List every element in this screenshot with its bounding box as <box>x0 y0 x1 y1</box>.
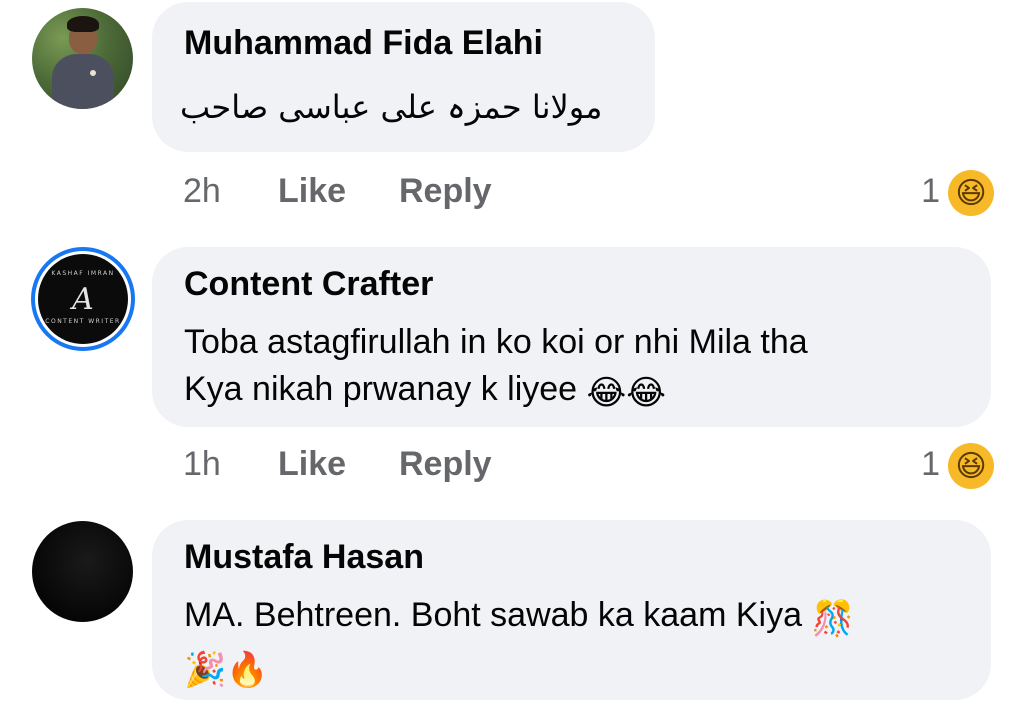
comment-author[interactable]: Content Crafter <box>184 265 433 304</box>
comment-bubble: Muhammad Fida Elahi مولانا حمزہ علی عباس… <box>152 2 655 152</box>
like-button[interactable]: Like <box>278 445 346 484</box>
comment-text-line-content: Kya nikah prwanay k liyee <box>184 370 578 408</box>
reply-button[interactable]: Reply <box>399 445 492 484</box>
comment-text-line: 🎉🔥 <box>184 643 854 694</box>
tears-of-joy-emoji-icon: 😂😂 <box>586 373 667 413</box>
comment-text-line: MA. Behtreen. Boht sawab ka kaam Kiya 🎊 <box>184 592 854 643</box>
comment-text-line: Toba astagfirullah in ko koi or nhi Mila… <box>184 323 808 361</box>
comment-text: Toba astagfirullah in ko koi or nhi Mila… <box>184 319 808 417</box>
comment-timestamp[interactable]: 2h <box>183 172 221 211</box>
confetti-ball-emoji-icon: 🎊 <box>811 599 854 639</box>
avatar-logo-monogram: A <box>72 282 94 317</box>
reaction-summary[interactable]: 1 😆 <box>874 170 994 222</box>
comment-bubble: Mustafa Hasan MA. Behtreen. Boht sawab k… <box>152 520 991 700</box>
reaction-count: 1 <box>921 445 940 483</box>
laughing-emoji-icon: 😆 <box>948 170 994 216</box>
comment-text-line: Kya nikah prwanay k liyee 😂😂 <box>184 366 808 417</box>
comment-bubble: Content Crafter Toba astagfirullah in ko… <box>152 247 991 427</box>
comment-author[interactable]: Mustafa Hasan <box>184 538 424 577</box>
reply-button[interactable]: Reply <box>399 172 492 211</box>
party-popper-fire-emoji-icon: 🎉🔥 <box>184 650 269 690</box>
comment-text-line-content: MA. Behtreen. Boht sawab ka kaam Kiya <box>184 596 802 634</box>
like-button[interactable]: Like <box>278 172 346 211</box>
avatar[interactable] <box>32 521 133 622</box>
comment-text: MA. Behtreen. Boht sawab ka kaam Kiya 🎊 … <box>184 592 854 694</box>
avatar-pin-shape <box>90 70 96 76</box>
reaction-count: 1 <box>921 172 940 210</box>
reaction-summary[interactable]: 1 😆 <box>874 443 994 495</box>
laughing-emoji-icon: 😆 <box>948 443 994 489</box>
avatar[interactable]: KASHAF IMRAN A CONTENT WRITER <box>38 254 128 344</box>
avatar-hair-shape <box>67 16 99 32</box>
comment-text: مولانا حمزہ علی عباسی صاحب <box>180 88 603 126</box>
avatar-body-shape <box>52 54 114 109</box>
avatar[interactable] <box>32 8 133 109</box>
comment-timestamp[interactable]: 1h <box>183 445 221 484</box>
avatar-logo-top-text: KASHAF IMRAN <box>51 270 115 277</box>
comment-author[interactable]: Muhammad Fida Elahi <box>184 24 543 63</box>
avatar-logo-bottom-text: CONTENT WRITER <box>45 318 121 325</box>
